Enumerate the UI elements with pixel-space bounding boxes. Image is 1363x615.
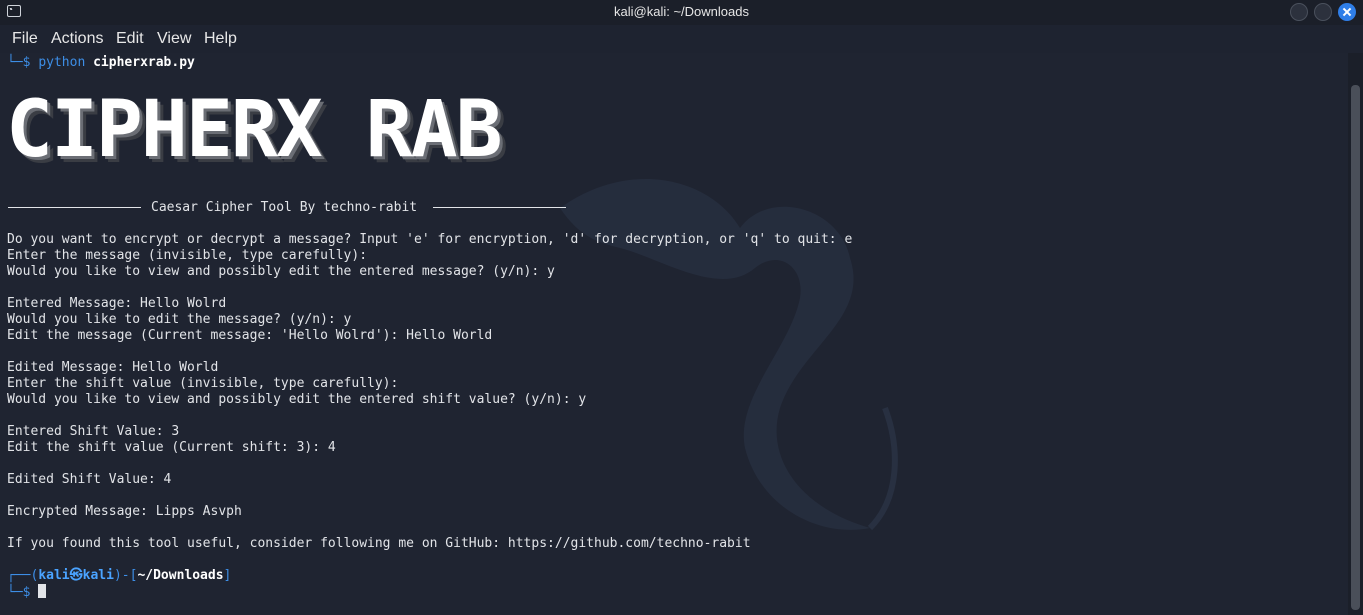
output-line: Would you like to view and possibly edit…	[7, 264, 555, 279]
shell-prompt: ┌──(kali㉿kali)-[~/Downloads]	[7, 568, 231, 584]
minimize-button[interactable]	[1290, 3, 1308, 21]
window-title: kali@kali: ~/Downloads	[614, 4, 749, 19]
prompt-path: ~/Downloads	[137, 568, 224, 583]
output-line: Edit the message (Current message: 'Hell…	[7, 328, 493, 343]
output-line: Edited Shift Value: 4	[7, 472, 172, 487]
window-titlebar: kali@kali: ~/Downloads	[0, 0, 1363, 25]
ascii-banner: CIPHERX RAB	[6, 85, 503, 175]
prompt-line2: └─$	[7, 585, 39, 600]
scrollbar[interactable]	[1348, 53, 1363, 615]
output-line: Enter the shift value (invisible, type c…	[7, 376, 399, 391]
output-line: Edit the shift value (Current shift: 3):…	[7, 440, 336, 455]
scrollbar-thumb[interactable]	[1351, 85, 1360, 610]
subtitle-rule-left	[8, 207, 141, 208]
output-line: Enter the message (invisible, type caref…	[7, 248, 368, 263]
prompt-at: ㉿	[69, 568, 83, 583]
output-line: Edited Message: Hello World	[7, 360, 219, 375]
menu-file[interactable]: File	[12, 30, 38, 48]
prompt-mid: )-[	[113, 568, 138, 583]
kali-dragon-watermark	[560, 179, 898, 531]
command-word: python	[38, 55, 86, 70]
output-line: Entered Shift Value: 3	[7, 424, 180, 439]
menu-bar: File Actions Edit View Help	[0, 25, 1363, 53]
subtitle-rule-right	[433, 207, 566, 208]
menu-help[interactable]: Help	[204, 30, 237, 48]
menu-view[interactable]: View	[157, 30, 191, 48]
output-line: Encrypted Message: Lipps Asvph	[7, 504, 242, 519]
command-prompt: └─$	[7, 55, 39, 70]
output-line: Entered Message: Hello Wolrd	[7, 296, 227, 311]
menu-edit[interactable]: Edit	[116, 30, 144, 48]
input-line[interactable]: └─$	[7, 584, 47, 601]
terminal-output[interactable]: └─$ python cipherxrab.py CIPHERX RAB Cae…	[0, 53, 1348, 615]
command-line: └─$ python cipherxrab.py	[7, 55, 195, 71]
text-cursor	[38, 584, 47, 598]
maximize-button[interactable]	[1314, 3, 1332, 21]
close-button[interactable]	[1338, 3, 1356, 21]
prompt-open: ┌──(	[7, 568, 39, 583]
output-line: Do you want to encrypt or decrypt a mess…	[7, 232, 853, 247]
prompt-user: kali	[38, 568, 70, 583]
prompt-host: kali	[82, 568, 114, 583]
menu-actions[interactable]: Actions	[51, 30, 103, 48]
prompt-close: ]	[223, 568, 232, 583]
output-line: If you found this tool useful, consider …	[7, 536, 751, 551]
output-line: Would you like to edit the message? (y/n…	[7, 312, 352, 327]
output-line: Would you like to view and possibly edit…	[7, 392, 587, 407]
command-arg: cipherxrab.py	[93, 55, 195, 70]
subtitle: Caesar Cipher Tool By techno-rabit	[151, 200, 418, 215]
